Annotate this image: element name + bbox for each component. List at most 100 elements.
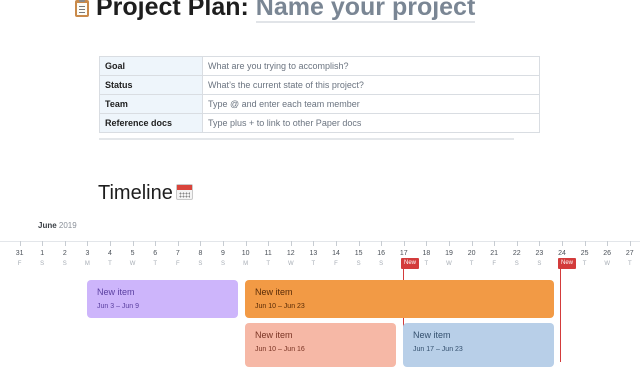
weekday-letter: S	[356, 261, 361, 267]
day-number: 8	[198, 250, 203, 257]
day-number: 21	[490, 250, 499, 257]
day-tick	[177, 241, 179, 246]
calendar-icon	[175, 184, 193, 200]
weekday-letter: T	[627, 261, 632, 267]
new-marker-tag[interactable]: New	[401, 258, 420, 269]
day-tick	[494, 241, 496, 246]
timeline-heading: Timeline	[98, 181, 193, 205]
day-column: 14 F	[326, 249, 346, 269]
day-tick	[426, 241, 428, 246]
weekday-letter: T	[424, 261, 429, 267]
day-number: 14	[332, 250, 340, 257]
new-marker-line	[560, 262, 561, 362]
day-number: 22	[512, 250, 521, 257]
project-name-input[interactable]: Name your project	[255, 0, 476, 23]
new-marker-tag[interactable]: New	[558, 258, 577, 269]
project-properties-table: Goal What are you trying to accomplish? …	[99, 56, 540, 133]
day-number: 1	[40, 250, 45, 257]
day-tick	[381, 241, 383, 246]
day-tick	[132, 241, 134, 246]
day-tick	[516, 241, 518, 246]
day-number: 3	[85, 250, 90, 257]
clipboard-icon	[74, 0, 90, 17]
table-scrollbar[interactable]	[99, 138, 514, 140]
day-number: 31	[15, 250, 24, 257]
weekday-letter: T	[108, 261, 112, 267]
table-row: Reference docs Type plus + to link to ot…	[99, 113, 540, 133]
day-number: 16	[377, 250, 386, 257]
day-column: 1	[0, 249, 7, 260]
timeline-item[interactable]: New item Jun 10 – Jun 23	[245, 280, 554, 318]
day-column: 31 F	[10, 249, 30, 269]
property-value-input[interactable]: What are you trying to accomplish?	[202, 56, 540, 76]
day-column: 16 S	[371, 249, 391, 269]
month-label: June 2019	[38, 221, 77, 230]
timeline-item[interactable]: New item Jun 3 – Jun 9	[87, 280, 238, 318]
property-key: Status	[99, 75, 203, 95]
timeline-item[interactable]: New item Jun 17 – Jun 23	[403, 323, 554, 367]
day-number: 13	[309, 250, 318, 257]
weekday-letter: W	[604, 261, 611, 267]
weekday-letter: S	[198, 261, 203, 267]
weekday-letter: T	[153, 261, 158, 267]
weekday-letter: F	[175, 261, 180, 267]
day-tick	[268, 241, 270, 246]
day-number: 24	[558, 250, 566, 257]
day-column: 13 T	[303, 249, 323, 269]
day-column: 27 T	[620, 249, 640, 269]
item-dates: Jun 3 – Jun 9	[97, 303, 140, 310]
day-number: 5	[130, 250, 135, 257]
title-text: Project Plan:	[96, 0, 249, 21]
day-column: 15 S	[349, 249, 369, 269]
day-number: 27	[625, 250, 634, 257]
day-column: 12 W	[281, 249, 301, 269]
property-value-input[interactable]: What’s the current state of this project…	[202, 75, 540, 95]
day-number: 4	[108, 250, 112, 257]
weekday-letter: W	[446, 261, 452, 267]
page-title[interactable]: Project Plan: Name your project	[74, 0, 476, 23]
weekday-letter: T	[311, 261, 316, 267]
day-tick	[336, 241, 337, 246]
item-dates: Jun 10 – Jun 23	[255, 303, 305, 310]
timeline-item[interactable]: New item Jun 10 – Jun 16	[245, 323, 396, 367]
day-tick	[607, 241, 609, 246]
day-tick	[403, 241, 405, 246]
property-value-input[interactable]: Type plus + to link to other Paper docs	[202, 113, 540, 133]
day-column: 6T	[145, 249, 165, 269]
day-column: 23 S	[529, 249, 549, 269]
day-tick	[313, 241, 315, 246]
item-title: New item	[255, 330, 293, 340]
timeline-divider	[0, 241, 640, 242]
day-column: 18 T	[416, 249, 436, 269]
day-tick	[290, 241, 292, 246]
day-number: 9	[221, 250, 225, 257]
weekday-letter: F	[492, 261, 497, 267]
item-dates: Jun 10 – Jun 16	[255, 346, 305, 353]
day-number: 1	[0, 249, 7, 258]
weekday-letter: S	[537, 261, 542, 267]
day-tick	[245, 241, 247, 246]
day-tick	[223, 241, 224, 246]
day-column: 3M	[77, 249, 97, 269]
weekday-letter: W	[287, 261, 294, 267]
day-column: 7F	[168, 249, 188, 269]
day-tick	[358, 241, 360, 246]
day-number: 19	[445, 250, 453, 257]
day-column: 4T	[100, 249, 120, 269]
day-column: 8S	[190, 249, 210, 269]
weekday-letter: T	[266, 261, 271, 267]
item-title: New item	[413, 330, 451, 340]
day-number: 17	[399, 250, 408, 257]
day-column: 1S	[32, 249, 52, 269]
day-number: 20	[467, 250, 476, 257]
day-column: 10 M	[236, 249, 256, 269]
day-tick	[584, 241, 586, 246]
day-number: 15	[354, 250, 363, 257]
weekday-letter: S	[379, 261, 384, 267]
weekday-letter: M	[84, 261, 90, 267]
property-value-input[interactable]: Type @ and enter each team member	[202, 94, 540, 114]
day-column: 22 S	[507, 249, 527, 269]
weekday-letter: S	[220, 261, 225, 267]
day-number: 12	[286, 250, 295, 257]
item-dates: Jun 17 – Jun 23	[413, 346, 463, 353]
